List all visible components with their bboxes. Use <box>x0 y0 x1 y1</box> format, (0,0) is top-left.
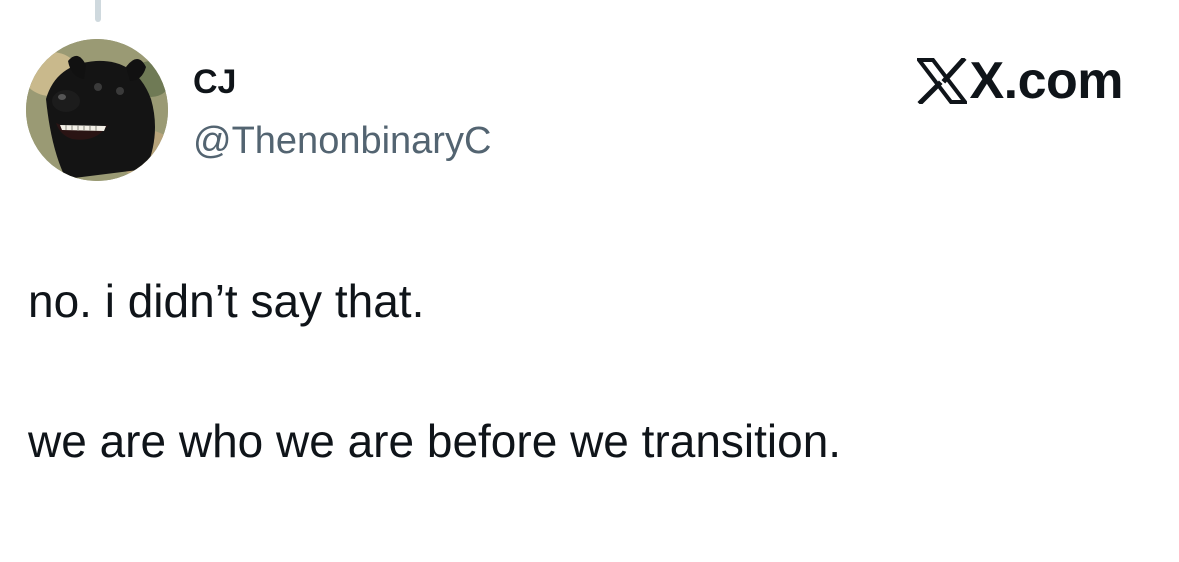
tweet-text-line: we are who we are before we transition. <box>28 415 842 467</box>
x-logo-icon <box>917 58 968 104</box>
brand-watermark: X.com <box>917 52 1123 110</box>
tweet-text-line: no. i didn’t say that. <box>28 275 425 327</box>
avatar-dog-image <box>26 39 168 181</box>
user-handle[interactable]: @ThenonbinaryC <box>193 118 491 164</box>
brand-text: X.com <box>969 52 1123 110</box>
thread-connector-line <box>95 0 101 22</box>
avatar[interactable] <box>26 39 168 181</box>
display-name[interactable]: CJ <box>193 62 236 102</box>
